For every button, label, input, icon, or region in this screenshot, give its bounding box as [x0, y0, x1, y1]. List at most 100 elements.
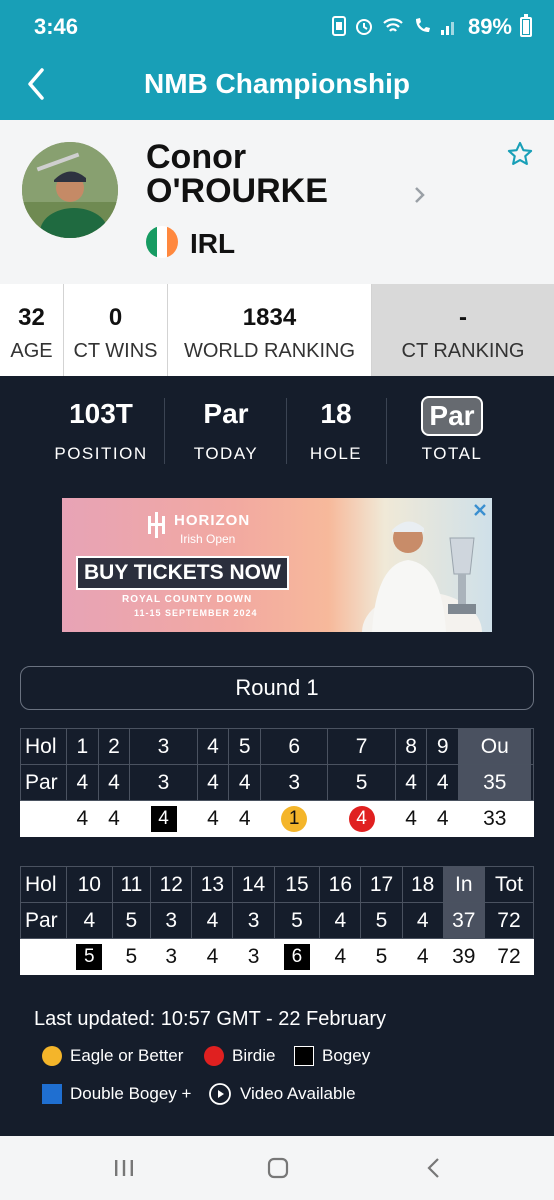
- legend-label: Video Available: [240, 1084, 356, 1103]
- ad-venue: ROYAL COUNTY DOWN: [122, 594, 253, 605]
- scorecard-front-nine: Hol 1 2 3 4 5 6 7 8 9 Ou Par 4 4 3 4 4 3…: [20, 728, 534, 837]
- par-value: 4: [319, 902, 362, 939]
- ireland-flag-icon: [146, 226, 178, 258]
- score-cell: 1: [259, 800, 329, 837]
- par-value: 4: [196, 764, 230, 801]
- ad-dates: 11-15 SEPTEMBER 2024: [134, 608, 258, 618]
- par-value: 5: [327, 764, 396, 801]
- hole-label: HOLE: [309, 444, 363, 463]
- app-header: NMB Championship: [0, 56, 554, 120]
- stat-label: AGE: [10, 340, 53, 362]
- score-row: 5 5 3 4 3 6 4 5 4 39 72: [20, 938, 535, 975]
- signal-icon: [441, 22, 454, 35]
- score-total: 72: [483, 938, 535, 975]
- empty-cell: [530, 800, 534, 837]
- stat-label: WORLD RANKING: [183, 340, 356, 362]
- hole-number: 1: [66, 728, 99, 765]
- notification-icon: [332, 16, 346, 36]
- score-value: 4: [394, 800, 428, 837]
- divider: [386, 398, 387, 464]
- hole-label: Hol: [20, 728, 67, 765]
- par-value: 4: [228, 764, 261, 801]
- status-icons: [332, 16, 458, 36]
- stat-value: 32: [18, 304, 45, 331]
- score-value: 4: [196, 800, 230, 837]
- holes-row: Hol 1 2 3 4 5 6 7 8 9 Ou: [20, 728, 534, 765]
- divider: [286, 398, 287, 464]
- hole-stat: 18 HOLE: [294, 398, 378, 464]
- par-total: 72: [483, 902, 535, 939]
- legend-label: Birdie: [232, 1046, 276, 1065]
- hole-number: 13: [191, 866, 234, 903]
- back-nav-icon[interactable]: [424, 1156, 444, 1180]
- stat-age: 32 AGE: [0, 284, 64, 376]
- score-row: 4 4 4 4 4 1 4 4 4 33: [20, 800, 534, 837]
- holes-row: Hol 10 11 12 13 14 15 16 17 18 In Tot: [20, 866, 535, 903]
- stat-label: CT RANKING: [401, 340, 525, 362]
- hole-number: 2: [97, 728, 131, 765]
- par-value: 5: [273, 902, 321, 939]
- par-value: 3: [232, 902, 275, 939]
- stat-world-ranking: 1834 WORLD RANKING: [168, 284, 372, 376]
- par-row: Par 4 4 3 4 4 3 5 4 4 35: [20, 764, 534, 801]
- par-label: Par: [20, 764, 67, 801]
- ad-banner[interactable]: HORIZON Irish Open BUY TICKETS NOW ROYAL…: [62, 498, 492, 632]
- tot-label: Tot: [483, 866, 535, 903]
- empty-cell: [530, 728, 534, 765]
- hole-number: 5: [228, 728, 261, 765]
- status-time: 3:46: [34, 14, 79, 39]
- score-value: 3: [150, 938, 193, 975]
- score-value: 4: [66, 800, 99, 837]
- score-cell: 5: [66, 938, 113, 975]
- par-value: 4: [66, 902, 113, 939]
- ad-subtitle: Irish Open: [180, 532, 236, 546]
- total-stat: Par TOTAL: [402, 396, 502, 464]
- hole-number: 12: [150, 866, 193, 903]
- score-cell: 4: [327, 800, 396, 837]
- score-value: 5: [111, 938, 152, 975]
- double-bogey-square-icon: [42, 1084, 62, 1104]
- home-icon[interactable]: [266, 1156, 290, 1180]
- position-stat: 103T POSITION: [40, 398, 162, 464]
- empty-cell: [20, 938, 67, 975]
- score-value: 4: [97, 800, 131, 837]
- player-card[interactable]: Conor O'ROURKE IRL: [0, 120, 554, 284]
- stat-value: 1834: [242, 304, 297, 331]
- par-value: 5: [111, 902, 152, 939]
- last-updated: Last updated: 10:57 GMT - 22 February: [34, 1008, 387, 1030]
- par-in-total: 37: [442, 902, 485, 939]
- ad-close-icon[interactable]: [472, 502, 488, 518]
- bogey-marker: 6: [283, 943, 310, 970]
- par-value: 4: [394, 764, 428, 801]
- total-label: TOTAL: [421, 444, 483, 463]
- score-value: 3: [232, 938, 275, 975]
- chevron-right-icon[interactable]: [410, 182, 430, 208]
- par-value: 3: [129, 764, 198, 801]
- empty-cell: [20, 800, 67, 837]
- ad-brand: HORIZON: [174, 512, 251, 529]
- stat-ct-wins: 0 CT WINS: [64, 284, 168, 376]
- alarm-icon: [356, 19, 372, 35]
- hole-number: 6: [259, 728, 329, 765]
- stat-label: CT WINS: [73, 340, 158, 362]
- wifi-icon: [383, 18, 403, 32]
- score-in-total: 39: [442, 938, 485, 975]
- recent-apps-icon[interactable]: [112, 1158, 136, 1178]
- par-value: 5: [360, 902, 403, 939]
- round-selector[interactable]: Round 1: [20, 666, 534, 710]
- buy-tickets-button[interactable]: BUY TICKETS NOW: [76, 556, 289, 590]
- out-label: Ou: [458, 728, 532, 765]
- par-value: 3: [150, 902, 193, 939]
- scorecard-back-nine: Hol 10 11 12 13 14 15 16 17 18 In Tot Pa…: [20, 866, 535, 975]
- favorite-star-icon[interactable]: [506, 140, 534, 168]
- hole-number: 14: [232, 866, 275, 903]
- legend-video: Video Available: [208, 1082, 356, 1106]
- divider: [164, 398, 165, 464]
- hole-number: 3: [129, 728, 198, 765]
- position-value: 103T: [69, 398, 133, 429]
- wifi-call-icon: [416, 18, 430, 32]
- status-bar: 3:46 89%: [0, 0, 554, 56]
- score-cell: 4: [129, 800, 198, 837]
- par-row: Par 4 5 3 4 3 5 4 5 4 37 72: [20, 902, 535, 939]
- par-value: 4: [426, 764, 460, 801]
